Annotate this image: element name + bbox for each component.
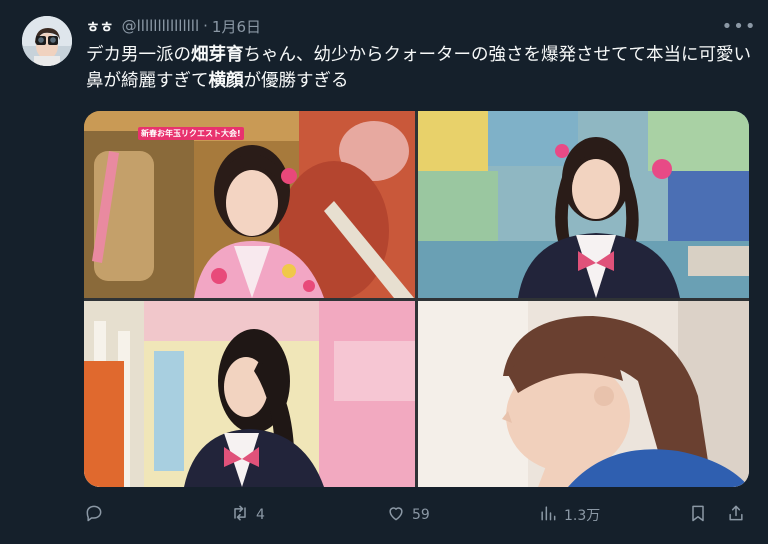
views-icon (538, 503, 558, 527)
like-button[interactable]: 59 (386, 500, 430, 530)
broadcast-caption: 新春お年玉リクエスト大会! (138, 127, 244, 140)
tweet-text-bold: 横顔 (208, 71, 244, 91)
like-icon (386, 503, 406, 527)
user-handle[interactable]: @lllllllllllllll (122, 17, 200, 35)
bookmark-button[interactable] (688, 500, 708, 530)
tweet-text-bold: 畑芽育 (191, 45, 244, 65)
views-count: 1.3万 (564, 508, 601, 524)
retweet-icon (230, 503, 250, 527)
bookmark-icon (688, 503, 708, 527)
reply-button[interactable] (84, 500, 110, 530)
photo-2[interactable] (418, 111, 749, 298)
media-grid: 新春お年玉リクエスト大会! (84, 111, 749, 487)
views-button[interactable]: 1.3万 (538, 500, 600, 530)
tweet-header: ㅎㅎ @lllllllllllllll · 1月6日 (86, 14, 261, 38)
avatar[interactable] (22, 16, 72, 66)
tweet-text-part: デカ男一派の (86, 45, 191, 65)
tweet-text-part: が優勝すぎる (243, 71, 349, 91)
post-date[interactable]: 1月6日 (212, 16, 261, 37)
reply-icon (84, 503, 104, 527)
photo-4[interactable] (418, 301, 749, 487)
retweet-count: 4 (256, 507, 265, 523)
more-icon[interactable]: ••• (722, 16, 756, 37)
action-bar: 4 59 1.3万 (80, 500, 756, 530)
retweet-button[interactable]: 4 (230, 500, 265, 530)
separator-dot: · (203, 17, 208, 35)
photo-1[interactable]: 新春お年玉リクエスト大会! (84, 111, 415, 298)
display-name[interactable]: ㅎㅎ (86, 16, 114, 37)
like-count: 59 (412, 507, 430, 523)
share-icon (726, 503, 746, 527)
photo-3[interactable] (84, 301, 415, 487)
tweet: ㅎㅎ @lllllllllllllll · 1月6日 ••• デカ男一派の畑芽育… (0, 0, 768, 544)
tweet-text: デカ男一派の畑芽育ちゃん、幼少からクォーターの強さを爆発させてて本当に可愛い 鼻… (86, 42, 752, 94)
share-button[interactable] (726, 500, 746, 530)
